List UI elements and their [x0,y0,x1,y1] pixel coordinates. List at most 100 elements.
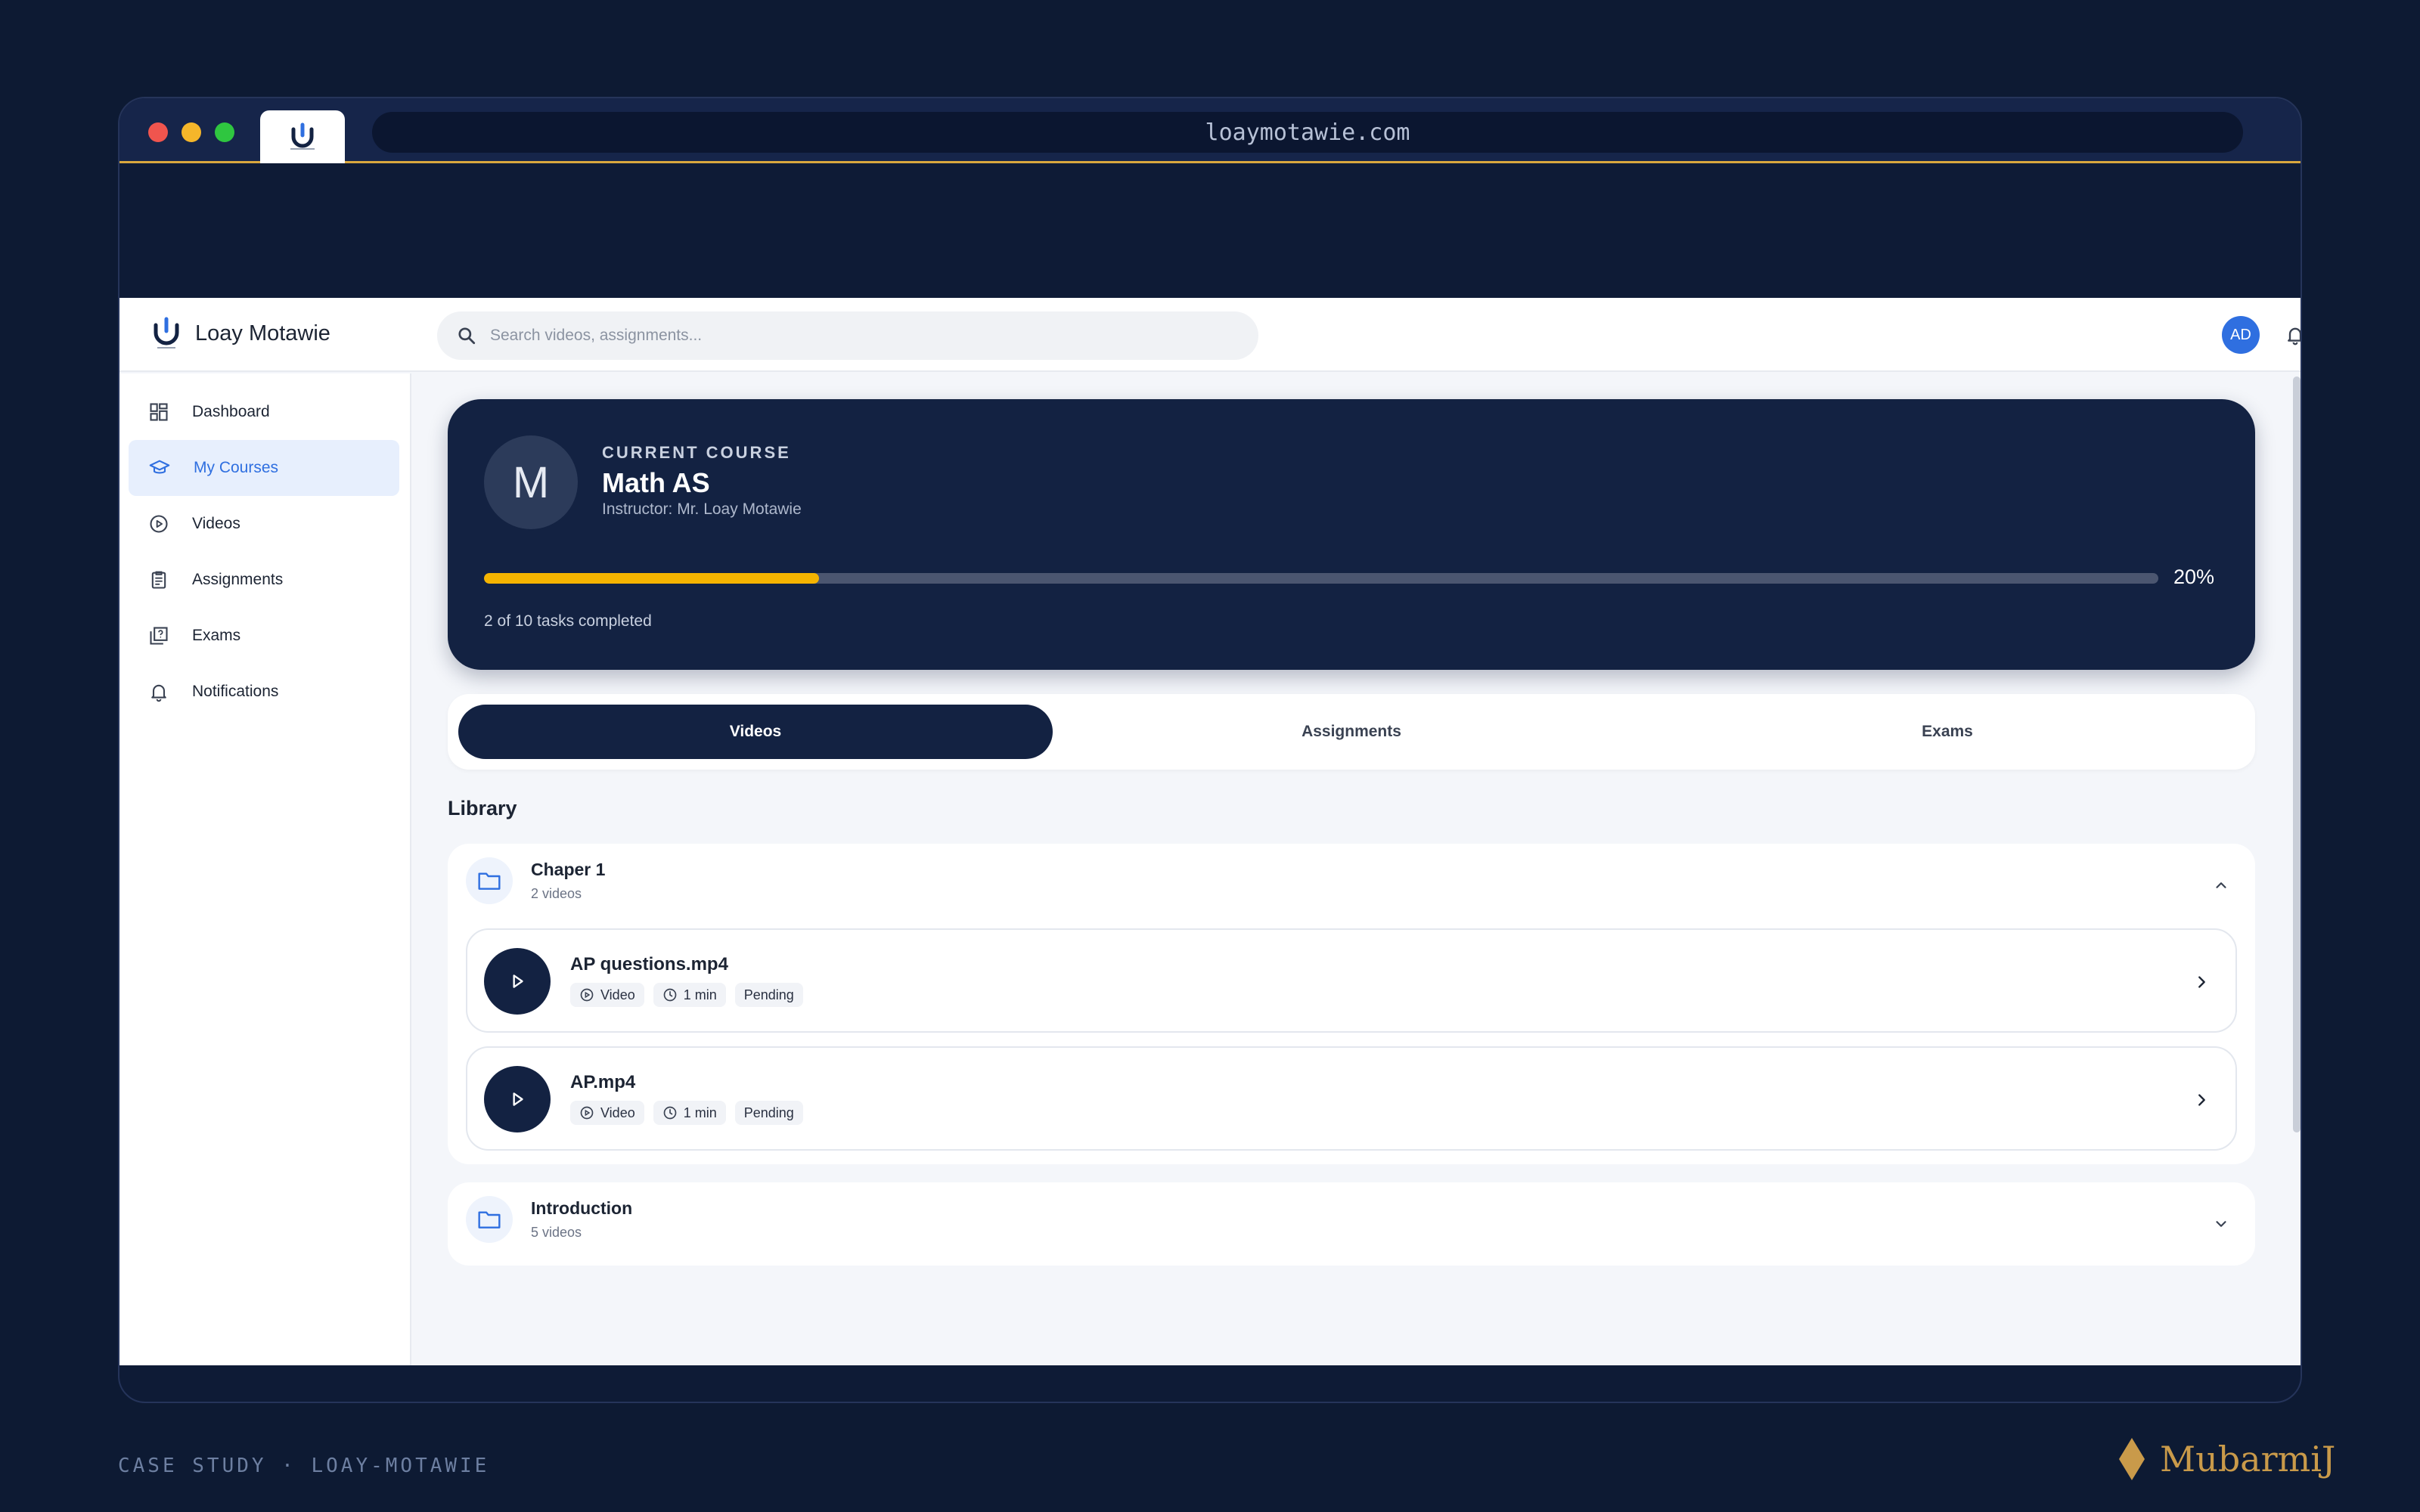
bell-icon [2288,327,2301,345]
expand-chapter-button[interactable] [2210,1213,2232,1235]
play-circle-icon [580,988,594,1002]
video-type-label: Video [600,987,635,1002]
browser-tab[interactable] [260,110,345,163]
chapter-name: Introduction [531,1198,633,1218]
close-window-button[interactable] [148,122,168,142]
sidebar-item-label: Videos [192,515,240,532]
chapter-card: Chaper 1 2 videos AP questions.mp4 Video… [448,844,2255,1164]
maximize-window-button[interactable] [215,122,234,142]
folder-icon-box [466,1196,513,1243]
duration-label: 1 min [683,1105,717,1120]
chevron-down-icon [2216,1221,2226,1227]
course-instructor: Instructor: Mr. Loay Motawie [602,500,802,518]
exam-icon [150,627,168,645]
address-bar[interactable]: loaymotawie.com [372,112,2243,153]
chapter-header[interactable]: Chaper 1 2 videos [466,857,605,904]
video-meta: Video 1 min Pending [570,1101,803,1125]
course-eyebrow: CURRENT COURSE [602,443,791,462]
video-title: AP questions.mp4 [570,954,728,974]
tab-assignments[interactable]: Assignments [1054,705,1649,759]
chevron-right-icon [2198,976,2205,988]
current-course-card: M CURRENT COURSE Math AS Instructor: Mr.… [448,399,2255,670]
video-type-badge: Video [570,983,644,1007]
avatar-initials: AD [2230,326,2251,343]
video-title: AP.mp4 [570,1072,636,1092]
video-type-label: Video [600,1105,635,1120]
clipboard-icon [151,571,166,589]
status-badge: Pending [734,1101,803,1125]
sidebar: Dashboard My Courses Videos Assignments … [119,373,411,1365]
content-tabs: Videos Assignments Exams [448,694,2255,770]
course-title: Math AS [602,467,710,498]
course-avatar-letter: M [512,457,550,507]
play-button[interactable] [484,1066,551,1132]
sidebar-item-label: Exams [192,627,241,644]
play-circle-icon [150,515,168,533]
browser-titlebar: loaymotawie.com [119,98,2301,163]
main-content: M CURRENT COURSE Math AS Instructor: Mr.… [411,373,2301,1365]
header-right-icons [119,298,2301,372]
tab-label: Exams [1922,723,1973,740]
chapter-count: 2 videos [531,886,582,901]
folder-icon-box [466,857,513,904]
sidebar-item-notifications[interactable]: Notifications [129,664,399,720]
folder-icon [478,872,501,890]
sidebar-item-assignments[interactable]: Assignments [129,552,399,608]
bell-icon [151,684,166,702]
duration-label: 1 min [683,987,717,1002]
play-icon [513,974,523,988]
library-title: Library [448,797,517,820]
video-row[interactable]: AP questions.mp4 Video 1 min Pending [466,928,2237,1033]
play-button[interactable] [484,948,551,1015]
dashboard-icon [150,403,168,421]
sidebar-item-videos[interactable]: Videos [129,496,399,552]
course-avatar: M [484,435,578,529]
chevron-right-icon [2198,1094,2205,1106]
footer-brand: MubarmiJ [2118,1436,2335,1482]
video-type-badge: Video [570,1101,644,1125]
open-video-button[interactable] [2190,971,2213,993]
chapter-header[interactable]: Introduction 5 videos [466,1196,632,1243]
diamond-logo-icon [2119,1438,2145,1480]
folder-icon [478,1211,501,1228]
graduation-cap-icon [149,460,170,474]
chapter-card: Introduction 5 videos [448,1182,2255,1266]
user-avatar[interactable]: AD [2222,316,2260,354]
case-study-caption: CASE STUDY · LOAY-MOTAWIE [118,1455,490,1477]
chapter-name: Chaper 1 [531,860,606,879]
browser-window: loaymotawie.com Loay Motawie Search vide… [118,97,2302,1403]
status-badge: Pending [734,983,803,1007]
sidebar-item-label: Notifications [192,683,279,700]
app-viewport: Loay Motawie Search videos, assignments.… [119,298,2301,1365]
tasks-completed-text: 2 of 10 tasks completed [484,612,652,630]
course-progress-percent: 20% [2173,565,2215,588]
sidebar-item-exams[interactable]: Exams [129,608,399,664]
minimize-window-button[interactable] [182,122,201,142]
course-progress-bar [484,573,2158,584]
tab-exams[interactable]: Exams [1650,705,2245,759]
duration-badge: 1 min [653,1101,726,1125]
clock-icon [663,988,677,1002]
play-circle-icon [580,1106,594,1120]
sidebar-item-label: Assignments [192,571,284,588]
scrollbar[interactable] [2293,376,2301,1132]
course-progress-fill [484,573,819,584]
clock-icon [663,1106,677,1120]
tab-videos[interactable]: Videos [458,705,1053,759]
footer-brand-name: MubarmiJ [2160,1439,2336,1479]
collapse-chapter-button[interactable] [2210,874,2232,897]
duration-badge: 1 min [653,983,726,1007]
video-row[interactable]: AP.mp4 Video 1 min Pending [466,1046,2237,1151]
chapter-count: 5 videos [531,1225,582,1240]
sidebar-item-my-courses[interactable]: My Courses [129,440,399,496]
tab-label: Assignments [1302,723,1401,740]
open-video-button[interactable] [2190,1089,2213,1111]
status-label: Pending [743,987,794,1002]
video-meta: Video 1 min Pending [570,983,803,1007]
chevron-up-icon [2216,882,2226,888]
tab-label: Videos [729,723,782,740]
url-text: loaymotawie.com [1205,119,1410,146]
site-logo-icon [290,122,315,150]
sidebar-item-label: Dashboard [192,403,270,420]
sidebar-item-dashboard[interactable]: Dashboard [129,384,399,440]
